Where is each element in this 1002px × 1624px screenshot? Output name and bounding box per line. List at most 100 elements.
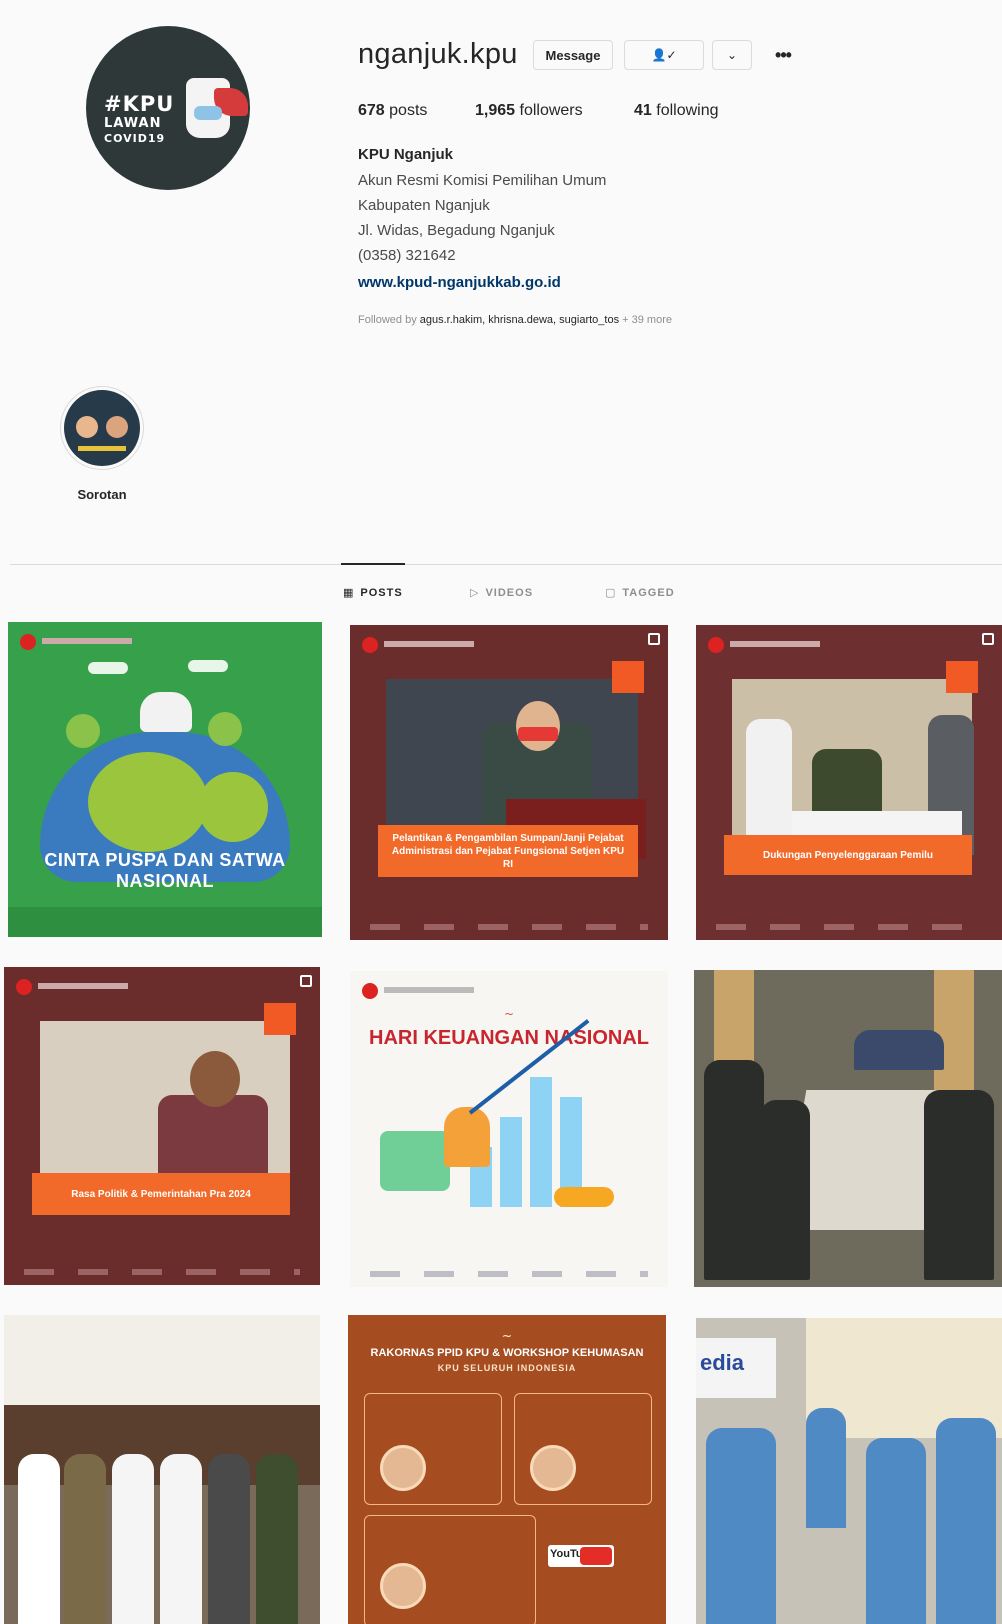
tab-posts[interactable]: ▦ POSTS: [343, 586, 403, 600]
person: [936, 1418, 996, 1624]
speaker-photo: [380, 1445, 426, 1491]
post-thumbnail[interactable]: ~ HARI KEUANGAN NASIONAL: [350, 971, 668, 1287]
post-title: HARI KEUANGAN NASIONAL: [369, 1027, 649, 1049]
earth-land: [198, 772, 268, 842]
highlight-face: [106, 416, 128, 438]
person: [706, 1428, 776, 1624]
decor-square: [612, 661, 644, 693]
post-thumbnail[interactable]: [4, 1315, 320, 1624]
post-photo: [732, 679, 974, 857]
chart-bar-illustration: [530, 1077, 552, 1207]
post-thumbnail[interactable]: CINTA PUSPA DAN SATWA NASIONAL: [8, 622, 322, 937]
bio-line: Jl. Widas, Begadung Nganjuk: [358, 222, 555, 239]
person: [160, 1454, 202, 1624]
post-title: RAKORNAS PPID KPU & WORKSHOP KEHUMASAN: [370, 1347, 644, 1359]
chart-bar-illustration: [500, 1117, 522, 1207]
attendees: [704, 1060, 764, 1280]
person: [112, 1454, 154, 1624]
bio-line: (0358) 321642: [358, 247, 456, 264]
avatar-text-line-1: #KPU: [104, 92, 175, 116]
face-mask: [518, 727, 558, 741]
highlight-face: [76, 416, 98, 438]
followers-link[interactable]: 1,965 followers: [475, 102, 583, 120]
money-pile-illustration: [380, 1131, 450, 1191]
post-script-title: ~: [501, 1329, 513, 1344]
chevron-down-icon: ⌄: [726, 48, 738, 62]
carousel-icon: [982, 633, 994, 645]
post-footer: [24, 1269, 300, 1275]
post-footer: [8, 907, 322, 937]
post-thumbnail[interactable]: Pelantikan & Pengambilan Sumpan/Janji Pe…: [350, 625, 668, 940]
following-link[interactable]: 41 following: [634, 102, 719, 120]
person: [256, 1454, 298, 1624]
following-button[interactable]: 👤✓: [624, 40, 704, 70]
youtube-red-badge: [580, 1547, 612, 1565]
attendees: [924, 1090, 994, 1280]
tabs-divider: [10, 564, 1002, 565]
cloud-illustration: [88, 662, 128, 674]
post-caption-banner: Dukungan Penyelenggaraan Pemilu: [724, 835, 972, 875]
user-check-icon: 👤✓: [651, 48, 677, 62]
speaker-photo: [380, 1563, 426, 1609]
post-thumbnail[interactable]: Rasa Politik & Pemerintahan Pra 2024: [4, 967, 320, 1285]
face: [516, 701, 560, 751]
post-subtitle: KPU SELURUH INDONESIA: [437, 1363, 577, 1373]
highlight-thumbnail[interactable]: [64, 390, 140, 466]
post-thumbnail[interactable]: edia: [696, 1318, 1002, 1624]
post-caption: Pelantikan & Pengambilan Sumpan/Janji Pe…: [391, 832, 625, 870]
attendees: [760, 1100, 810, 1280]
grid-icon: ▦: [343, 587, 355, 599]
speaker-card: [514, 1393, 652, 1505]
kpu-logo: [362, 983, 482, 999]
kpu-logo: [16, 979, 136, 995]
building-wall: [4, 1315, 320, 1405]
posts-count: 678 posts: [358, 102, 428, 119]
kpu-logo: [362, 637, 482, 653]
post-caption-banner: Pelantikan & Pengambilan Sumpan/Janji Pe…: [378, 825, 638, 877]
media-center-text: edia: [700, 1350, 745, 1375]
avatar-text-line-2: LAWAN: [104, 116, 162, 131]
post-caption-banner: Rasa Politik & Pemerintahan Pra 2024: [32, 1173, 290, 1215]
person: [208, 1454, 250, 1624]
active-tab-indicator: [341, 563, 405, 565]
carousel-icon: [300, 975, 312, 987]
highlight-label: Sorotan: [77, 487, 127, 502]
person-illustration: [444, 1107, 490, 1167]
post-thumbnail[interactable]: [694, 970, 1002, 1287]
person: [806, 1408, 846, 1528]
post-footer: [370, 924, 648, 930]
followed-by-names[interactable]: agus.r.hakim, khrisna.dewa, sugiarto_tos: [420, 314, 619, 326]
kpu-logo: [20, 634, 140, 650]
person: [64, 1454, 106, 1624]
kpu-logo: [708, 637, 828, 653]
curtain: [934, 970, 974, 1090]
post-thumbnail[interactable]: Dukungan Penyelenggaraan Pemilu: [696, 625, 1002, 940]
face: [190, 1051, 240, 1107]
post-footer: [370, 1271, 648, 1277]
message-button[interactable]: Message: [533, 40, 613, 70]
profile-full-name: KPU Nganjuk: [358, 146, 454, 163]
elephant-illustration: [140, 692, 192, 732]
post-caption: Dukungan Penyelenggaraan Pemilu: [762, 849, 934, 861]
decor-square: [264, 1003, 296, 1035]
more-dots-icon: •••: [775, 44, 792, 65]
person: [866, 1438, 926, 1624]
profile-avatar[interactable]: #KPU LAWAN COVID19: [86, 26, 250, 190]
followed-by[interactable]: Followed by agus.r.hakim, khrisna.dewa, …: [358, 314, 672, 326]
video-icon: ▷: [470, 587, 480, 599]
person: [746, 719, 792, 839]
tab-videos[interactable]: ▷ VIDEOS: [470, 586, 533, 600]
website-link[interactable]: www.kpud-nganjukkab.go.id: [358, 274, 561, 291]
tag-icon: ▢: [605, 587, 617, 599]
tab-tagged[interactable]: ▢ TAGGED: [605, 586, 675, 600]
media-center-sign: edia: [696, 1338, 776, 1398]
post-thumbnail[interactable]: ~ RAKORNAS PPID KPU & WORKSHOP KEHUMASAN…: [348, 1315, 666, 1624]
post-title: CINTA PUSPA DAN SATWA NASIONAL: [44, 850, 286, 891]
avatar-text-line-3: COVID19: [104, 132, 166, 145]
mascot-mask: [194, 106, 222, 120]
attendees: [854, 1030, 944, 1070]
suggestions-dropdown-button[interactable]: ⌄: [712, 40, 752, 70]
highlight-bar: [78, 446, 126, 451]
more-options-button[interactable]: •••: [768, 40, 798, 70]
tree-illustration: [208, 712, 242, 746]
